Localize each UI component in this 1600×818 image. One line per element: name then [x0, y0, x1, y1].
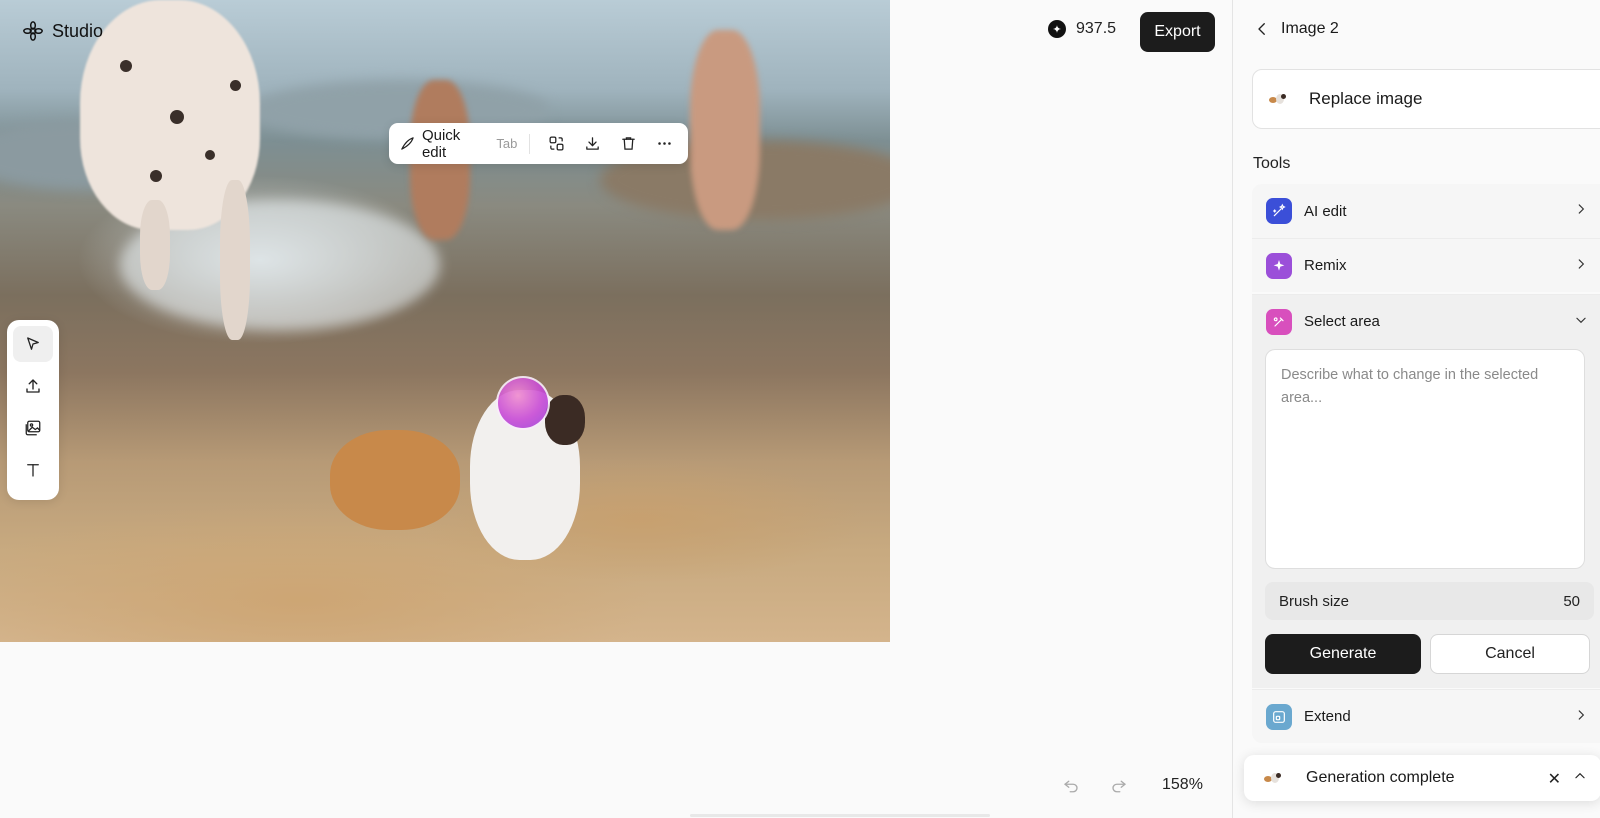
tool-label: Remix [1304, 257, 1347, 274]
replace-image-label: Replace image [1309, 89, 1423, 108]
tool-label: AI edit [1304, 202, 1347, 220]
canvas-area[interactable]: Studio Quick edit Tab ✦ 937.5 Export 158… [0, 0, 1232, 818]
credits-counter: ✦ 937.5 [1048, 20, 1116, 38]
cancel-button[interactable]: Cancel [1430, 634, 1590, 674]
chevron-right-icon [1574, 257, 1588, 275]
download-icon [585, 137, 599, 150]
spot [205, 150, 215, 160]
tool-ai-edit[interactable]: AI edit [1252, 184, 1600, 238]
tool-rail [7, 320, 59, 500]
toast-text: Generation complete [1306, 769, 1455, 786]
select-tool-button[interactable] [13, 326, 53, 362]
spot [230, 80, 241, 91]
dalmatian-leg [220, 180, 250, 340]
prompt-input[interactable] [1265, 349, 1585, 569]
ai-edit-icon [1266, 198, 1292, 224]
replace-button[interactable] [542, 130, 570, 158]
delete-button[interactable] [614, 130, 642, 158]
close-icon[interactable]: ✕ [1548, 769, 1561, 789]
dalmatian-leg [140, 200, 170, 290]
tools-heading: Tools [1253, 155, 1291, 172]
generation-toast: Generation complete ✕ [1244, 755, 1600, 801]
tool-remix[interactable]: Remix [1252, 238, 1600, 292]
brush-cursor [496, 376, 550, 430]
horizontal-scrollbar[interactable] [690, 814, 990, 817]
back-button[interactable]: Image 2 [1253, 20, 1339, 38]
tool-extend[interactable]: Extend [1252, 689, 1600, 743]
brush-size-slider[interactable]: Brush size 50 [1265, 582, 1594, 620]
spot [150, 170, 162, 182]
image-tool-button[interactable] [13, 410, 53, 446]
remix-sparkle-icon [1266, 252, 1292, 279]
canvas-image[interactable] [0, 0, 890, 642]
text-tool-button[interactable] [13, 452, 53, 488]
panel-title: Image 2 [1281, 20, 1339, 37]
person [690, 30, 760, 230]
replace-icon [549, 136, 564, 151]
toolbar-divider [529, 133, 531, 154]
spot [120, 60, 132, 72]
tool-select-area[interactable]: Select area [1252, 294, 1600, 348]
brush-size-label: Brush size [1279, 592, 1350, 610]
spot [170, 110, 184, 124]
gear-flower-icon [23, 21, 43, 41]
undo-icon [1064, 780, 1078, 793]
tool-label: Extend [1304, 708, 1351, 725]
image-icon [25, 420, 41, 436]
redo-icon [1112, 780, 1126, 793]
upload-tool-button[interactable] [13, 368, 53, 404]
quick-toolbar: Quick edit Tab [389, 123, 688, 164]
image-thumbnail [1267, 91, 1291, 107]
trash-icon [621, 137, 635, 150]
brush-size-value: 50 [1563, 592, 1580, 610]
shortcut-hint: Tab [496, 136, 518, 151]
replace-image-button[interactable]: Replace image [1252, 69, 1600, 129]
more-button[interactable] [650, 130, 678, 158]
orange-cat [330, 430, 460, 530]
extend-icon [1266, 703, 1292, 730]
chevron-down-icon [1574, 313, 1588, 331]
credits-value: 937.5 [1076, 20, 1117, 37]
chevron-up-icon[interactable] [1573, 769, 1587, 788]
chevron-right-icon [1574, 708, 1588, 726]
chevron-left-icon [1258, 23, 1265, 35]
select-pointer-icon [27, 337, 39, 350]
text-icon [27, 464, 39, 477]
export-button[interactable]: Export [1140, 12, 1215, 52]
redo-button[interactable] [1110, 776, 1128, 794]
credits-icon: ✦ [1048, 20, 1066, 38]
brand-name: Studio [52, 20, 104, 41]
select-area-brush-icon [1266, 308, 1292, 335]
properties-panel: Image 2 Replace image Tools AI edit Remi… [1232, 0, 1600, 818]
more-icon [657, 142, 671, 145]
undo-button[interactable] [1062, 776, 1080, 794]
quick-edit-label: Quick edit [421, 126, 461, 161]
leaf-brush-icon [401, 137, 414, 150]
chevron-right-icon [1574, 202, 1588, 220]
upload-icon [26, 379, 40, 393]
zoom-level[interactable]: 158% [1162, 776, 1203, 794]
generate-button[interactable]: Generate [1265, 634, 1421, 674]
download-button[interactable] [578, 130, 606, 158]
dog-ear [545, 395, 585, 445]
brand[interactable]: Studio [22, 20, 103, 42]
quick-edit-button[interactable]: Quick edit Tab [399, 127, 517, 161]
toast-thumbnail [1262, 770, 1286, 786]
tool-label: Select area [1304, 313, 1380, 330]
